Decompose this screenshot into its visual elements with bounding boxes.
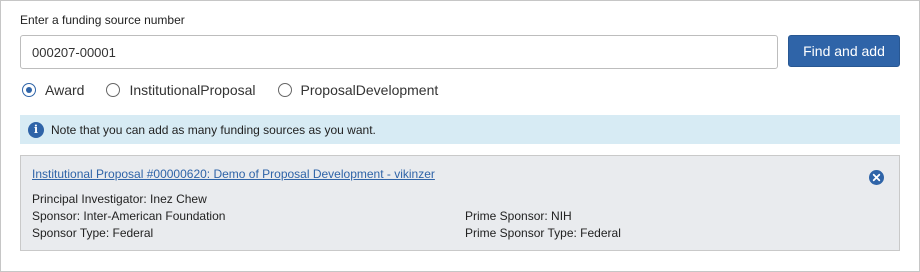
info-text: Note that you can add as many funding so… [51,122,376,137]
radio-button[interactable] [277,83,292,97]
sponsor: Sponsor: Inter-American Foundation [32,209,226,223]
info-icon: i [28,121,44,138]
prime-sponsor: Prime Sponsor: NIH [465,209,572,223]
funding-source-card: Institutional Proposal #00000620: Demo o… [20,155,900,251]
radio-button[interactable] [106,83,121,97]
source-type-radio-group: Award InstitutionalProposal ProposalDeve… [22,81,460,99]
radio-proposal-development[interactable]: ProposalDevelopment [277,82,439,98]
radio-label-proposal-development: ProposalDevelopment [300,82,439,98]
close-circle-icon[interactable] [869,170,884,185]
funding-source-panel: Enter a funding source number Find and a… [0,0,920,272]
radio-label-award: Award [45,82,85,98]
sponsor-type: Sponsor Type: Federal [32,226,154,240]
funding-source-input[interactable] [20,35,778,69]
prime-sponsor-type: Prime Sponsor Type: Federal [465,226,621,240]
radio-button-checked[interactable] [22,83,36,97]
principal-investigator: Principal Investigator: Inez Chew [32,192,207,206]
radio-label-institutional-proposal: InstitutionalProposal [129,82,256,98]
radio-award[interactable]: Award [22,82,84,98]
find-and-add-button[interactable]: Find and add [788,35,900,67]
funding-source-label: Enter a funding source number [20,13,185,27]
info-message: i Note that you can add as many funding … [20,115,900,144]
radio-institutional-proposal[interactable]: InstitutionalProposal [106,82,256,98]
funding-source-title-link[interactable]: Institutional Proposal #00000620: Demo o… [32,167,435,181]
